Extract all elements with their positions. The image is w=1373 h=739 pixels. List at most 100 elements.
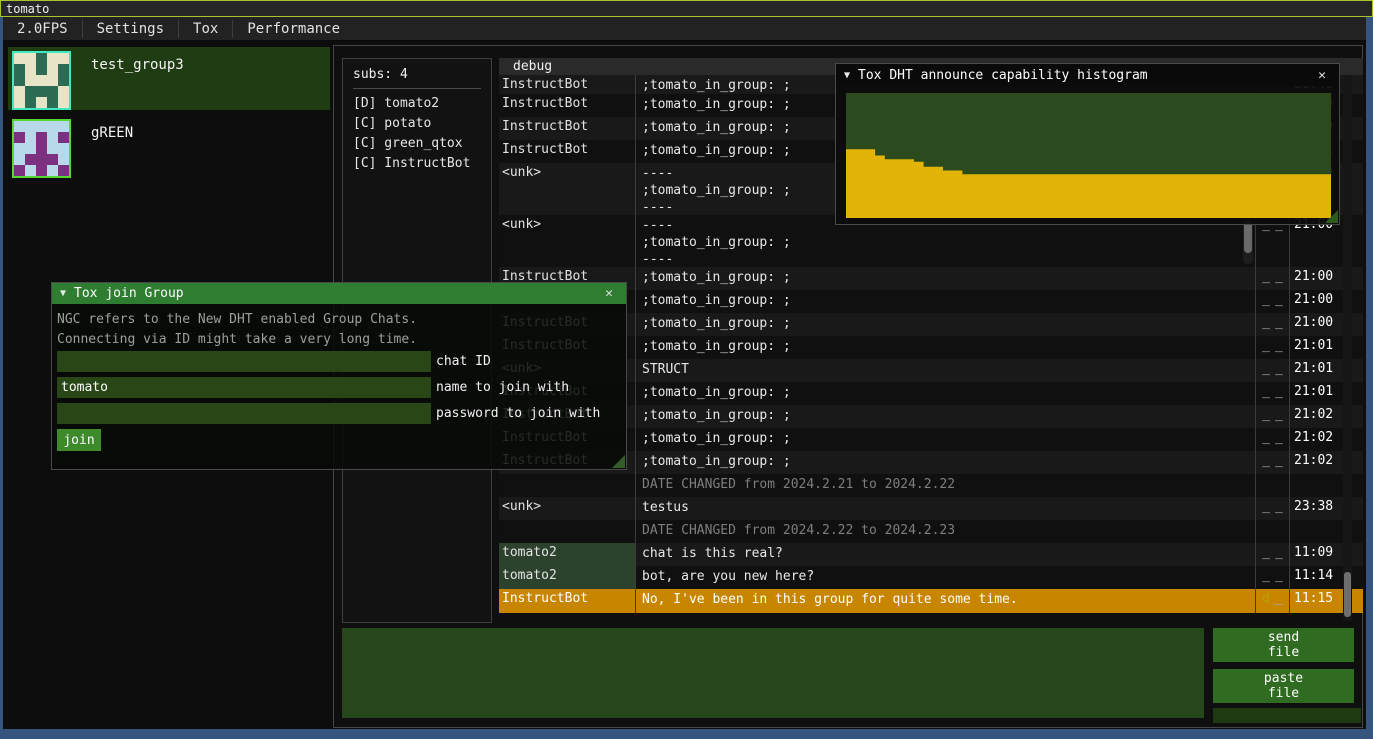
bottom-resize-strip	[1213, 708, 1361, 723]
chat-row[interactable]: InstructBot;tomato_in_group: ;__21:01	[499, 382, 1363, 405]
avatar-pixel	[36, 154, 47, 165]
timestamp: 21:00	[1289, 267, 1339, 290]
chat-row[interactable]: <unk>testus__23:38	[499, 497, 1363, 520]
histogram-window-titlebar[interactable]: ▼ Tox DHT announce capability histogram …	[836, 64, 1339, 86]
message-text: ;tomato_in_group: ;	[636, 451, 1255, 474]
resize-grip-icon[interactable]	[612, 455, 625, 468]
group-avatar	[12, 119, 71, 178]
avatar-pixel	[36, 75, 47, 86]
sender-name: InstructBot	[499, 589, 636, 613]
join-input-chat-id[interactable]	[57, 351, 431, 372]
collapse-triangle-icon[interactable]: ▼	[844, 70, 850, 81]
chat-row[interactable]: tomato2bot, are you new here?__11:14	[499, 566, 1363, 589]
menu-item-tox[interactable]: Tox	[179, 17, 232, 41]
avatar-pixel	[47, 143, 58, 154]
chat-row[interactable]: InstructBot;tomato_in_group: ;__21:00	[499, 290, 1363, 313]
chat-row[interactable]: InstructBot;tomato_in_group: ;__21:02	[499, 428, 1363, 451]
sender-name: InstructBot	[499, 75, 636, 94]
sidebar-item-test_group3[interactable]: test_group3	[8, 47, 330, 110]
chat-row[interactable]: InstructBot;tomato_in_group: ;__21:02	[499, 451, 1363, 474]
chat-row[interactable]: <unk>STRUCT__21:01	[499, 359, 1363, 382]
status-mark: _	[1275, 269, 1283, 290]
send-file-button[interactable]: send file	[1213, 628, 1354, 662]
chat-scrollbar-thumb[interactable]	[1344, 572, 1351, 617]
chat-row[interactable]: tomato2chat is this real?__11:09	[499, 543, 1363, 566]
sender-name: tomato2	[499, 543, 636, 566]
histogram-window-title: Tox DHT announce capability histogram	[858, 68, 1313, 83]
member-list-item[interactable]: [C] green_qtox	[353, 136, 481, 156]
close-icon[interactable]: ✕	[1313, 68, 1331, 83]
join-dialog-description-line2: Connecting via ID might take a very long…	[52, 330, 626, 350]
chat-row[interactable]: InstructBot;tomato_in_group: ;__21:00	[499, 267, 1363, 290]
status-mark: _	[1262, 545, 1270, 566]
message-cell-scrollbar-thumb[interactable]	[1244, 221, 1252, 253]
status-flags	[1255, 474, 1289, 497]
window-titlebar[interactable]: tomato	[0, 0, 1373, 17]
avatar-pixel	[25, 75, 36, 86]
status-flags: __	[1255, 359, 1289, 382]
collapse-triangle-icon[interactable]: ▼	[60, 288, 66, 299]
chat-row[interactable]: InstructBot;tomato_in_group: ;__21:01	[499, 336, 1363, 359]
message-text: ;tomato_in_group: ;	[636, 313, 1255, 336]
message-text: ;tomato_in_group: ;	[636, 267, 1255, 290]
avatar-pixel	[14, 121, 25, 132]
app-window: tomato 2.0FPSSettingsToxPerformance test…	[0, 0, 1373, 739]
status-flags: __	[1255, 313, 1289, 336]
paste-file-button[interactable]: paste file	[1213, 669, 1354, 703]
avatar-pixel	[47, 64, 58, 75]
avatar-pixel	[25, 154, 36, 165]
avatar-pixel	[36, 64, 47, 75]
timestamp: 21:02	[1289, 428, 1339, 451]
member-list-item[interactable]: [C] InstructBot	[353, 156, 481, 176]
chat-row[interactable]: DATE CHANGED from 2024.2.21 to 2024.2.22	[499, 474, 1363, 497]
join-field-label: password to join with	[436, 406, 600, 421]
chat-scrollbar[interactable]	[1343, 75, 1352, 621]
avatar-pixel	[58, 53, 69, 64]
timestamp	[1289, 474, 1339, 497]
histogram-window: ▼ Tox DHT announce capability histogram …	[835, 63, 1340, 225]
avatar-pixel	[36, 97, 47, 108]
close-icon[interactable]: ✕	[600, 286, 618, 301]
menu-item-2-0fps[interactable]: 2.0FPS	[3, 17, 82, 41]
status-flags: __	[1255, 336, 1289, 359]
status-mark: _	[1275, 568, 1283, 589]
chat-row[interactable]: InstructBot;tomato_in_group: ;__21:02	[499, 405, 1363, 428]
status-mark: _	[1275, 315, 1283, 336]
avatar-pixel	[58, 75, 69, 86]
status-mark: _	[1262, 338, 1270, 359]
message-input[interactable]	[342, 628, 1204, 718]
status-flags: __	[1255, 543, 1289, 566]
status-mark: _	[1262, 384, 1270, 405]
sender-name	[499, 474, 636, 497]
message-text: bot, are you new here?	[636, 566, 1255, 589]
join-input-password-to-join-with[interactable]	[57, 403, 431, 424]
status-flags: __	[1255, 428, 1289, 451]
sidebar-item-green[interactable]: gREEN	[8, 115, 330, 178]
avatar-pixel	[36, 53, 47, 64]
chat-row[interactable]: InstructBot;tomato_in_group: ;__21:00	[499, 313, 1363, 336]
resize-grip-icon[interactable]	[1325, 210, 1338, 223]
member-list-item[interactable]: [D] tomato2	[353, 96, 481, 116]
status-mark: _	[1262, 568, 1270, 589]
join-dialog-titlebar[interactable]: ▼ Tox join Group ✕	[52, 283, 626, 304]
menu-item-settings[interactable]: Settings	[83, 17, 178, 41]
avatar-pixel	[14, 132, 25, 143]
timestamp: 21:01	[1289, 382, 1339, 405]
chat-row[interactable]: DATE CHANGED from 2024.2.22 to 2024.2.23	[499, 520, 1363, 543]
avatar-pixel	[47, 165, 58, 176]
message-cell-scrollbar[interactable]	[1243, 219, 1253, 264]
avatar-pixel	[14, 64, 25, 75]
member-list-item[interactable]: [C] potato	[353, 116, 481, 136]
status-flags	[1255, 520, 1289, 543]
chat-row[interactable]: InstructBotNo, I've been in this group f…	[499, 589, 1363, 613]
join-input-name-to-join-with[interactable]	[57, 377, 431, 398]
avatar-pixel	[25, 121, 36, 132]
message-text: DATE CHANGED from 2024.2.22 to 2024.2.23	[636, 520, 1255, 543]
avatar-pixel	[58, 64, 69, 75]
sender-name: tomato2	[499, 566, 636, 589]
join-button[interactable]: join	[57, 429, 101, 451]
menu-item-performance[interactable]: Performance	[233, 17, 354, 41]
avatar-pixel	[47, 53, 58, 64]
timestamp: 11:09	[1289, 543, 1339, 566]
status-mark: _	[1275, 361, 1283, 382]
